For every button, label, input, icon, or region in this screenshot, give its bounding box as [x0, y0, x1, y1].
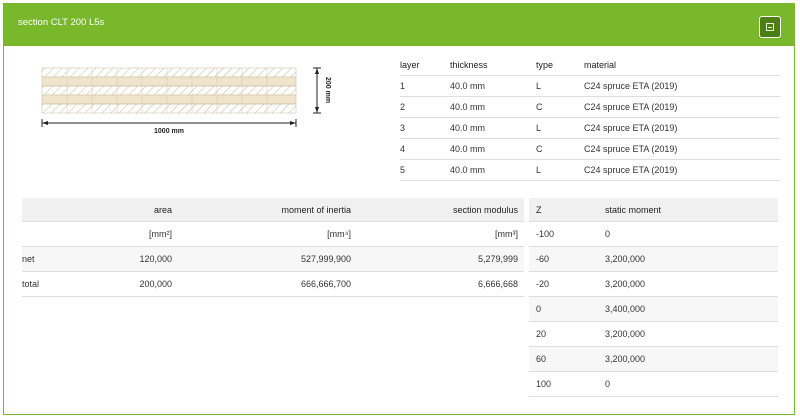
units-blank — [22, 221, 102, 247]
layer-thickness: 40.0 mm — [450, 159, 536, 181]
row-label: net — [22, 246, 102, 272]
panel-title: section CLT 200 L5s — [18, 17, 105, 28]
z-value: -100 — [529, 221, 605, 247]
z-value: -60 — [529, 246, 605, 272]
panel-header: section CLT 200 L5s — [4, 4, 794, 46]
table-row: 4 40.0 mm C C24 spruce ETA (2019) — [400, 138, 780, 160]
static-moment-table: Z static moment -100 0 -60 3,200,000 -20 3,… — [529, 198, 778, 397]
section-properties-table: area moment of inertia section modulus [… — [22, 198, 524, 297]
collapse-icon — [766, 23, 774, 31]
unit-area: [mm²] — [102, 221, 172, 247]
layer-number: 3 — [400, 117, 450, 139]
header-layer: layer — [400, 54, 450, 76]
layer-type: L — [536, 159, 584, 181]
inertia-value: 666,666,700 — [172, 271, 351, 297]
header-area: area — [102, 198, 172, 222]
table-row: net 120,000 527,999,900 5,279,999 — [22, 246, 524, 272]
modulus-value: 6,666,668 — [351, 271, 518, 297]
table-row: -100 0 — [529, 221, 778, 247]
layer-material: C24 spruce ETA (2019) — [584, 159, 780, 181]
layer-type: L — [536, 75, 584, 97]
area-value: 120,000 — [102, 246, 172, 272]
table-row: 3 40.0 mm L C24 spruce ETA (2019) — [400, 117, 780, 139]
layer-material: C24 spruce ETA (2019) — [584, 138, 780, 160]
layer-thickness: 40.0 mm — [450, 117, 536, 139]
table-row: 5 40.0 mm L C24 spruce ETA (2019) — [400, 159, 780, 181]
table-row: 20 3,200,000 — [529, 321, 778, 347]
static-moment-value: 3,200,000 — [605, 246, 778, 272]
header-row-label — [22, 198, 102, 222]
z-value: 0 — [529, 296, 605, 322]
unit-section-modulus: [mm³] — [351, 221, 518, 247]
layer-number: 2 — [400, 96, 450, 118]
width-label: 1000 mm — [154, 128, 184, 135]
static-moment-value: 3,200,000 — [605, 346, 778, 372]
layers-table: layer thickness type material 1 40.0 mm … — [400, 54, 780, 181]
header-section-modulus: section modulus — [351, 198, 518, 222]
layer-material: C24 spruce ETA (2019) — [584, 75, 780, 97]
height-dimension — [313, 67, 321, 114]
height-label: 200 mm — [324, 77, 331, 103]
table-row: total 200,000 666,666,700 6,666,668 — [22, 271, 524, 297]
static-moment-value: 3,400,000 — [605, 296, 778, 322]
header-thickness: thickness — [450, 54, 536, 76]
inertia-value: 527,999,900 — [172, 246, 351, 272]
layer-thickness: 40.0 mm — [450, 75, 536, 97]
layer-type: L — [536, 117, 584, 139]
area-value: 200,000 — [102, 271, 172, 297]
header-z: Z — [529, 198, 605, 222]
table-row: -60 3,200,000 — [529, 246, 778, 272]
layer-number: 1 — [400, 75, 450, 97]
layer-type: C — [536, 138, 584, 160]
static-header-row: Z static moment — [529, 198, 778, 222]
z-value: -20 — [529, 271, 605, 297]
table-row: 2 40.0 mm C C24 spruce ETA (2019) — [400, 96, 780, 118]
row-label: total — [22, 271, 102, 297]
header-static-moment: static moment — [605, 198, 778, 222]
layer-number: 5 — [400, 159, 450, 181]
static-moment-value: 0 — [605, 221, 778, 247]
layer-thickness: 40.0 mm — [450, 96, 536, 118]
unit-moment-of-inertia: [mm⁴] — [172, 221, 351, 247]
layer-2 — [41, 76, 297, 87]
layer-type: C — [536, 96, 584, 118]
layer-thickness: 40.0 mm — [450, 138, 536, 160]
layer-material: C24 spruce ETA (2019) — [584, 117, 780, 139]
z-value: 20 — [529, 321, 605, 347]
modulus-value: 5,279,999 — [351, 246, 518, 272]
layer-1 — [41, 67, 297, 78]
header-type: type — [536, 54, 584, 76]
cross-section-diagram: 1000 mm 200 mm — [41, 67, 331, 135]
layer-number: 4 — [400, 138, 450, 160]
width-dimension — [41, 119, 297, 127]
static-moment-value: 3,200,000 — [605, 271, 778, 297]
z-value: 100 — [529, 371, 605, 397]
layer-4 — [41, 94, 297, 105]
layer-3 — [41, 85, 297, 96]
layer-material: C24 spruce ETA (2019) — [584, 96, 780, 118]
z-value: 60 — [529, 346, 605, 372]
collapse-button[interactable] — [759, 16, 781, 38]
layer-5 — [41, 103, 297, 114]
table-row: 1 40.0 mm L C24 spruce ETA (2019) — [400, 75, 780, 97]
table-row: 100 0 — [529, 371, 778, 397]
table-row: -20 3,200,000 — [529, 271, 778, 297]
units-row: [mm²] [mm⁴] [mm³] — [22, 221, 524, 247]
props-header-row: area moment of inertia section modulus — [22, 198, 524, 222]
table-row: 0 3,400,000 — [529, 296, 778, 322]
table-row: 60 3,200,000 — [529, 346, 778, 372]
layer-stack — [41, 67, 297, 114]
header-moment-of-inertia: moment of inertia — [172, 198, 351, 222]
layers-header-row: layer thickness type material — [400, 54, 780, 76]
static-moment-value: 0 — [605, 371, 778, 397]
header-material: material — [584, 54, 780, 76]
static-moment-value: 3,200,000 — [605, 321, 778, 347]
